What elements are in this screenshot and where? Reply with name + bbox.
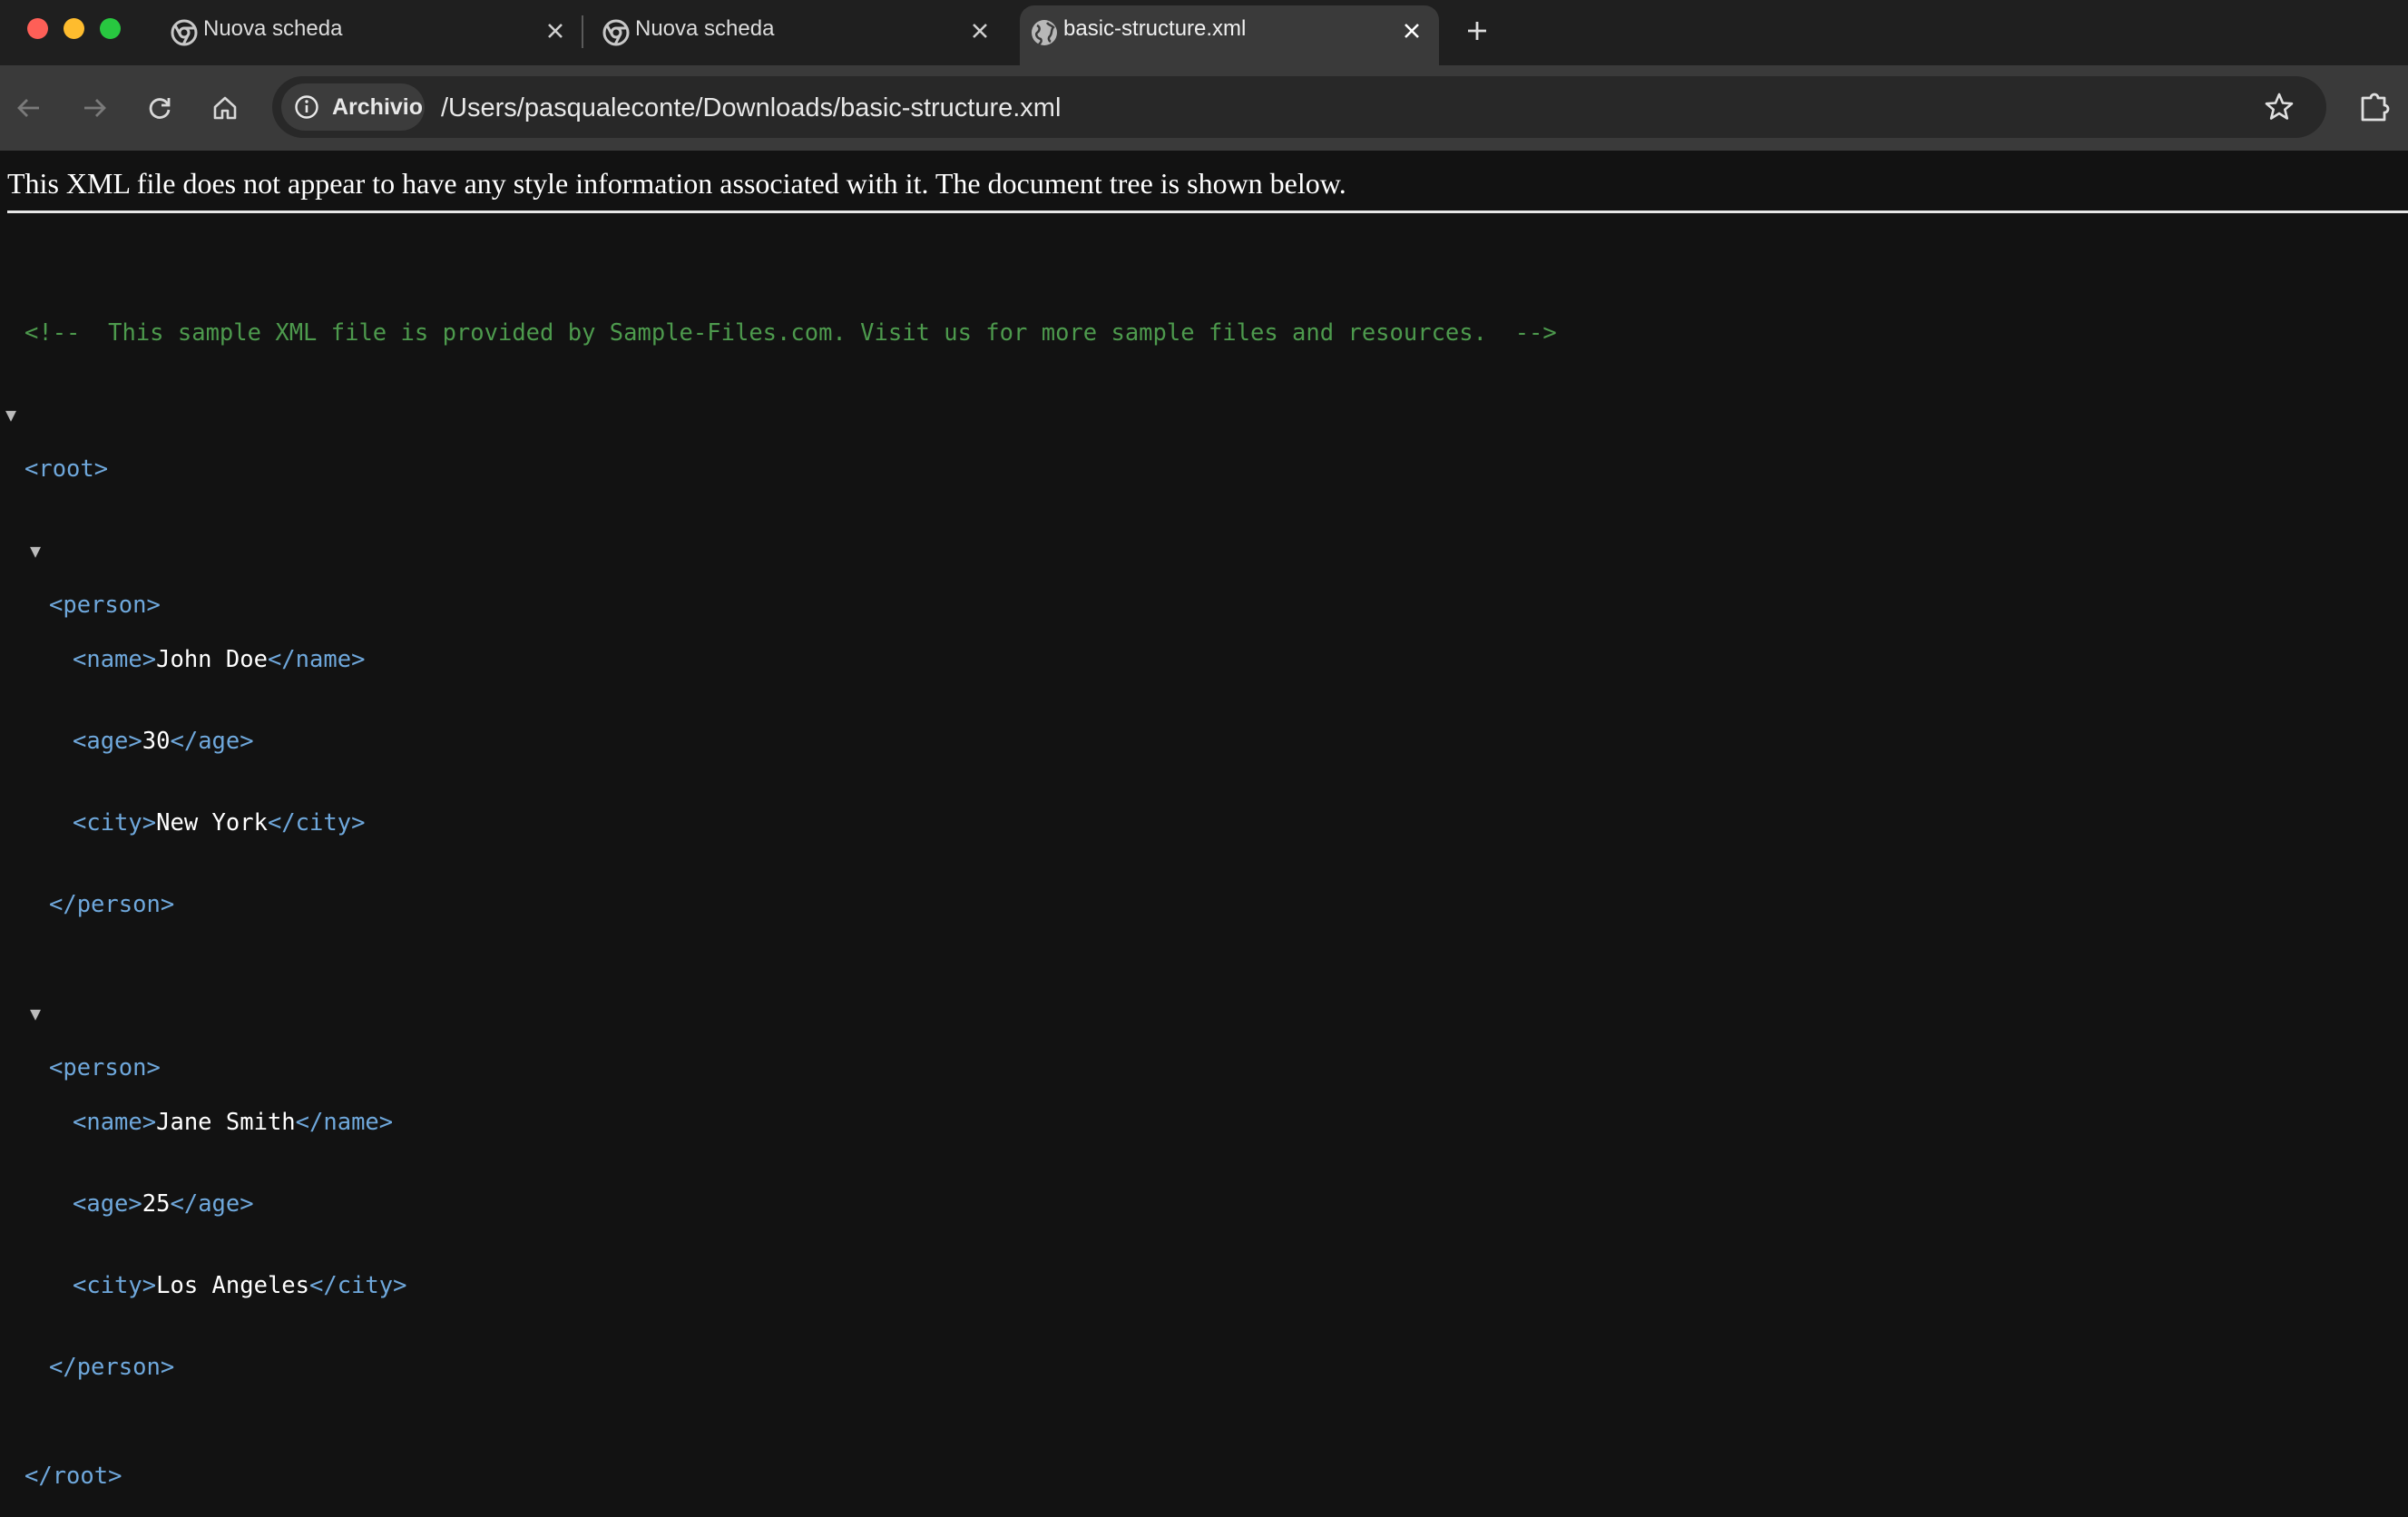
xml-viewer-page: This XML file does not appear to have an… (0, 151, 2408, 1490)
xml-tag: <age> (73, 1190, 142, 1218)
xml-value: New York (156, 809, 268, 837)
globe-icon (1032, 20, 1057, 45)
close-icon (973, 24, 987, 38)
xml-tag: <city> (73, 809, 157, 837)
window-close-button[interactable] (27, 18, 48, 39)
xml-root-close-line: </root> (0, 1435, 122, 1490)
xml-field-line: <city>New York</city> (0, 782, 365, 837)
chrome-icon (171, 19, 198, 46)
window-minimize-button[interactable] (64, 18, 84, 39)
tab-nuova-scheda-1[interactable]: Nuova scheda (160, 0, 577, 65)
xml-field-line: <name>John Doe</name> (0, 619, 365, 673)
xml-value: Los Angeles (156, 1272, 310, 1299)
xml-field-line: <age>30</age> (0, 700, 254, 755)
xml-tag: </name> (295, 1109, 394, 1136)
xml-tag: </person> (49, 1354, 175, 1381)
tab-strip: Nuova scheda Nuova scheda basic-structur… (0, 0, 2408, 65)
xml-tag: <age> (73, 728, 142, 755)
address-bar[interactable]: Archivio /Users/pasqualeconte/Downloads/… (272, 76, 2326, 138)
xml-tag: </name> (267, 646, 366, 673)
xml-tag: </person> (49, 891, 175, 918)
arrow-right-icon (84, 99, 106, 117)
tab-title: Nuova scheda (203, 16, 343, 41)
xml-value: 25 (142, 1190, 171, 1218)
new-tab-button[interactable] (1459, 13, 1495, 49)
xml-tag: <name> (73, 646, 157, 673)
site-info-chip[interactable]: Archivio (281, 83, 425, 131)
xml-document-tree: <!-- This sample XML file is provided by… (0, 238, 1557, 1517)
tab-title: basic-structure.xml (1063, 16, 1247, 41)
xml-person-close-line: </person> (0, 864, 174, 918)
xml-value: John Doe (156, 646, 268, 673)
tab-close-button[interactable] (539, 15, 572, 47)
xml-tag: </city> (267, 809, 366, 837)
info-icon (295, 95, 318, 119)
xml-field-line: <age>25</age> (0, 1163, 254, 1218)
reload-icon (149, 98, 171, 119)
xml-tag: <city> (73, 1272, 157, 1299)
back-button[interactable] (9, 88, 49, 128)
xml-tag: </age> (170, 728, 254, 755)
chrome-icon (602, 19, 630, 46)
bookmark-star-icon[interactable] (2263, 91, 2295, 123)
site-info-label: Archivio (332, 94, 424, 120)
xml-person-close-line: </person> (0, 1326, 174, 1381)
arrow-left-icon (17, 99, 39, 117)
xml-tag: </root> (24, 1463, 122, 1490)
tab-basic-structure-xml[interactable]: basic-structure.xml (1020, 5, 1439, 65)
collapse-triangle-icon[interactable]: ▼ (30, 537, 41, 564)
xml-value: 30 (142, 728, 171, 755)
reload-button[interactable] (140, 88, 180, 128)
tab-nuova-scheda-2[interactable]: Nuova scheda (592, 0, 1009, 65)
home-button[interactable] (205, 88, 245, 128)
xml-tag: </age> (170, 1190, 254, 1218)
url-text[interactable]: /Users/pasqualeconte/Downloads/basic-str… (441, 93, 1061, 123)
divider (7, 210, 2408, 213)
xml-tag: </city> (309, 1272, 407, 1299)
home-icon (213, 96, 237, 120)
xml-comment-line: <!-- This sample XML file is provided by… (0, 292, 1557, 347)
xml-tag: <person> (49, 592, 161, 619)
tab-title: Nuova scheda (635, 16, 775, 41)
xml-value: Jane Smith (156, 1109, 296, 1136)
forward-button[interactable] (74, 88, 114, 128)
close-icon (548, 24, 563, 38)
tab-close-button[interactable] (964, 15, 996, 47)
collapse-triangle-icon[interactable]: ▼ (5, 401, 16, 428)
xml-root-open-line: ▼ <root> (0, 401, 108, 483)
xml-tag: <person> (49, 1054, 161, 1081)
xml-field-line: <name>Jane Smith</name> (0, 1081, 393, 1136)
browser-toolbar: Archivio /Users/pasqualeconte/Downloads/… (0, 65, 2408, 151)
xml-field-line: <city>Los Angeles</city> (0, 1245, 406, 1299)
tab-close-button[interactable] (1395, 15, 1428, 47)
xml-info-message: This XML file does not appear to have an… (7, 167, 1346, 200)
tab-separator (582, 15, 583, 48)
xml-tag: <root> (24, 455, 109, 483)
xml-tag: <name> (73, 1109, 157, 1136)
collapse-triangle-icon[interactable]: ▼ (30, 1000, 41, 1027)
close-icon (1405, 24, 1419, 38)
window-zoom-button[interactable] (100, 18, 121, 39)
xml-person-open-line: ▼ <person> (0, 537, 161, 619)
xml-person-open-line: ▼ <person> (0, 1000, 161, 1081)
xml-comment: <!-- This sample XML file is provided by… (24, 319, 1557, 347)
extensions-puzzle-icon[interactable] (2355, 87, 2395, 127)
plus-icon (1468, 22, 1486, 40)
